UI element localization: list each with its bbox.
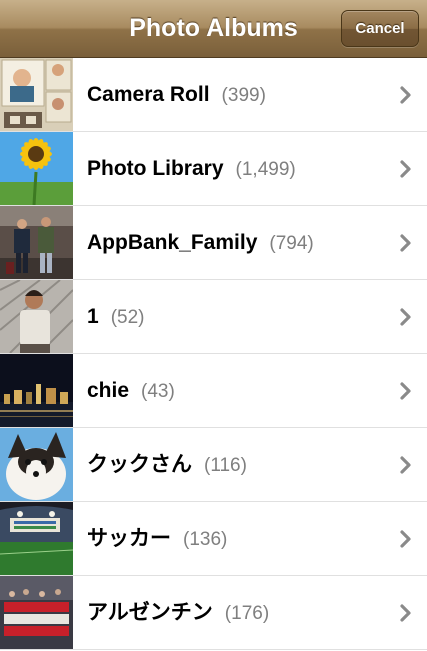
album-count: (399): [221, 85, 266, 106]
album-name: Photo Library: [87, 157, 224, 180]
album-thumbnail: [0, 58, 73, 131]
chevron-right-icon: [400, 456, 411, 474]
album-thumbnail: [0, 354, 73, 427]
album-row-1[interactable]: 1 (52): [0, 280, 427, 354]
album-thumbnail: [0, 132, 73, 205]
album-row-argentina[interactable]: アルゼンチン (176): [0, 576, 427, 650]
album-count: (1,499): [235, 159, 296, 180]
album-list: Camera Roll (399) Photo Library (1,499) …: [0, 58, 427, 650]
album-name: サッカー: [87, 527, 171, 550]
album-count: (794): [269, 233, 314, 254]
chevron-right-icon: [400, 160, 411, 178]
album-count: (43): [141, 381, 175, 402]
album-name: Camera Roll: [87, 83, 210, 106]
album-row-chie[interactable]: chie (43): [0, 354, 427, 428]
album-count: (176): [224, 603, 270, 624]
cancel-button[interactable]: Cancel: [341, 10, 419, 47]
chevron-right-icon: [400, 308, 411, 326]
album-thumbnail: [0, 576, 73, 649]
album-count: (52): [110, 307, 145, 328]
album-thumbnail: [0, 206, 73, 279]
album-thumbnail: [0, 502, 73, 575]
chevron-right-icon: [400, 86, 411, 104]
chevron-right-icon: [400, 382, 411, 400]
navigation-bar: Photo Albums Cancel: [0, 0, 427, 58]
album-name: クックさん: [87, 453, 192, 476]
album-row-camera-roll[interactable]: Camera Roll (399): [0, 58, 427, 132]
chevron-right-icon: [400, 234, 411, 252]
album-count: (116): [204, 455, 247, 476]
album-name: chie: [87, 379, 130, 402]
album-name: AppBank_Family: [87, 231, 258, 254]
album-row-kukku-san[interactable]: クックさん (116): [0, 428, 427, 502]
chevron-right-icon: [400, 530, 411, 548]
album-name: 1: [87, 305, 99, 328]
album-name: アルゼンチン: [87, 601, 213, 624]
album-row-photo-library[interactable]: Photo Library (1,499): [0, 132, 427, 206]
album-row-soccer[interactable]: サッカー (136): [0, 502, 427, 576]
album-thumbnail: [0, 280, 73, 353]
album-count: (136): [183, 529, 228, 550]
chevron-right-icon: [400, 604, 411, 622]
album-thumbnail: [0, 428, 73, 501]
album-row-appbank-family[interactable]: AppBank_Family (794): [0, 206, 427, 280]
